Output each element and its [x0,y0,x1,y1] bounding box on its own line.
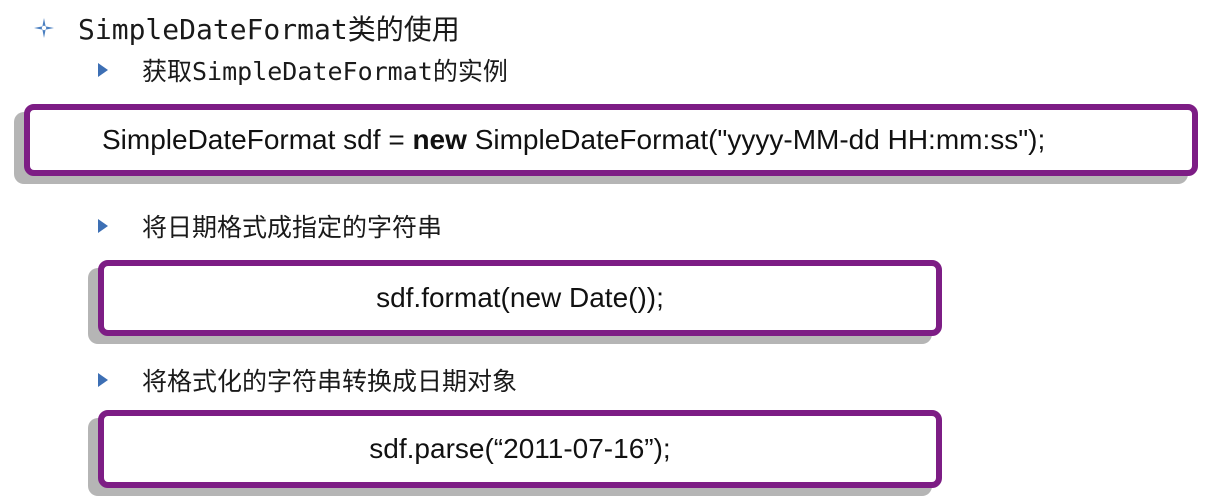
code-box-parse: sdf.parse(“2011-07-16”); [98,410,942,488]
bullet-parse-string: 将格式化的字符串转换成日期对象 [98,362,517,398]
code-text: sdf.format(new Date()); [376,282,664,313]
code-text-after: SimpleDateFormat("yyyy-MM-dd HH:mm:ss"); [466,124,1046,155]
code-box-instance: SimpleDateFormat sdf = new SimpleDateFor… [24,104,1198,176]
bullet-label: 将格式化的字符串转换成日期对象 [142,367,518,396]
heading-title: SimpleDateFormat类的使用 [78,13,460,46]
triangle-bullet-icon [98,373,108,387]
bullet-format-date: 将日期格式成指定的字符串 [98,208,442,244]
triangle-bullet-icon [98,63,108,77]
code-text: sdf.parse(“2011-07-16”); [369,433,671,464]
bullet-label: 将日期格式成指定的字符串 [142,213,443,242]
code-box-format: sdf.format(new Date()); [98,260,942,336]
triangle-bullet-icon [98,219,108,233]
code-keyword-new: new [412,124,467,155]
slide-heading: SimpleDateFormat类的使用 [30,6,460,50]
four-pointed-star-icon [30,14,58,42]
bullet-label: 获取SimpleDateFormat的实例 [142,57,508,86]
code-text-before: SimpleDateFormat sdf = [102,124,413,155]
bullet-get-instance: 获取SimpleDateFormat的实例 [98,52,508,88]
